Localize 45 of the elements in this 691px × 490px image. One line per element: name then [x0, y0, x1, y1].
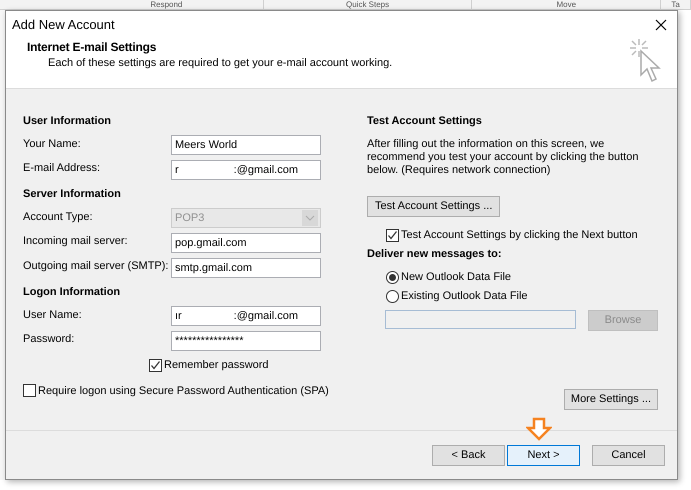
text-field[interactable]: Meers World	[171, 135, 321, 156]
radio-button[interactable]	[386, 270, 399, 284]
ribbon-group-label: Respond	[150, 0, 182, 9]
text-field[interactable]: pop.gmail.com	[171, 233, 321, 254]
checkbox[interactable]	[23, 384, 36, 398]
text-field[interactable]: smtp.gmail.com	[171, 258, 321, 278]
section-title: Internet E-mail Settings	[27, 40, 158, 55]
field-label: Account Type:	[23, 210, 94, 225]
section-subtitle: Each of these settings are required to get your e-mail account working.	[47, 56, 392, 71]
field-label: Outgoing mail server (SMTP):	[23, 258, 170, 274]
file-path-field[interactable]	[385, 310, 576, 329]
caret-icon	[305, 215, 315, 222]
dialog-button[interactable]: Cancel	[592, 445, 665, 466]
section-heading: User Information	[23, 114, 112, 129]
radio-label: New Outlook Data File	[401, 270, 512, 285]
description-text: After filling out the information on this screen, we recommend you test your account by clicking the button below. (Requires network connection)	[367, 138, 640, 177]
checkbox-label: Test Account Settings by clicking the Next button	[401, 228, 638, 243]
test-settings-button[interactable]: Test Account Settings ...	[367, 196, 500, 217]
radio-label: Existing Outlook Data File	[401, 288, 528, 304]
cursor-sparkle-icon	[627, 37, 663, 83]
field-label: Your Name:	[23, 136, 82, 152]
window-title: Add New Account	[12, 16, 115, 34]
ribbon-group-label: Move	[556, 0, 576, 9]
section-heading: Test Account Settings	[367, 114, 483, 129]
dialog-button[interactable]: < Back	[432, 445, 505, 466]
field-label: Incoming mail server:	[23, 234, 129, 250]
ribbon-group-label: Ta	[671, 0, 680, 9]
text-field[interactable]: r :@gmail.com	[171, 160, 321, 180]
close-icon	[655, 19, 667, 31]
checkbox[interactable]	[149, 358, 162, 372]
dialog-button[interactable]: Next >	[507, 445, 580, 466]
field-label: E-mail Address:	[23, 161, 102, 176]
section-heading: Logon Information	[23, 284, 122, 300]
more-settings-button[interactable]: More Settings ...	[564, 389, 658, 410]
section-heading: Server Information	[23, 186, 122, 202]
text-field[interactable]: ır :@gmail.com	[171, 306, 321, 326]
checkbox-label: Require logon using Secure Password Authentication (SPA)	[38, 384, 329, 398]
section-heading: Deliver new messages to:	[367, 246, 503, 262]
field-label: Password:	[23, 332, 76, 348]
text-field[interactable]: ****************	[171, 330, 321, 351]
field-label: User Name:	[23, 308, 83, 323]
checkbox[interactable]	[386, 228, 399, 242]
checkbox-label: Remember password	[164, 358, 269, 374]
radio-button[interactable]	[386, 290, 399, 302]
ribbon-group-label: Quick Steps	[346, 0, 390, 9]
